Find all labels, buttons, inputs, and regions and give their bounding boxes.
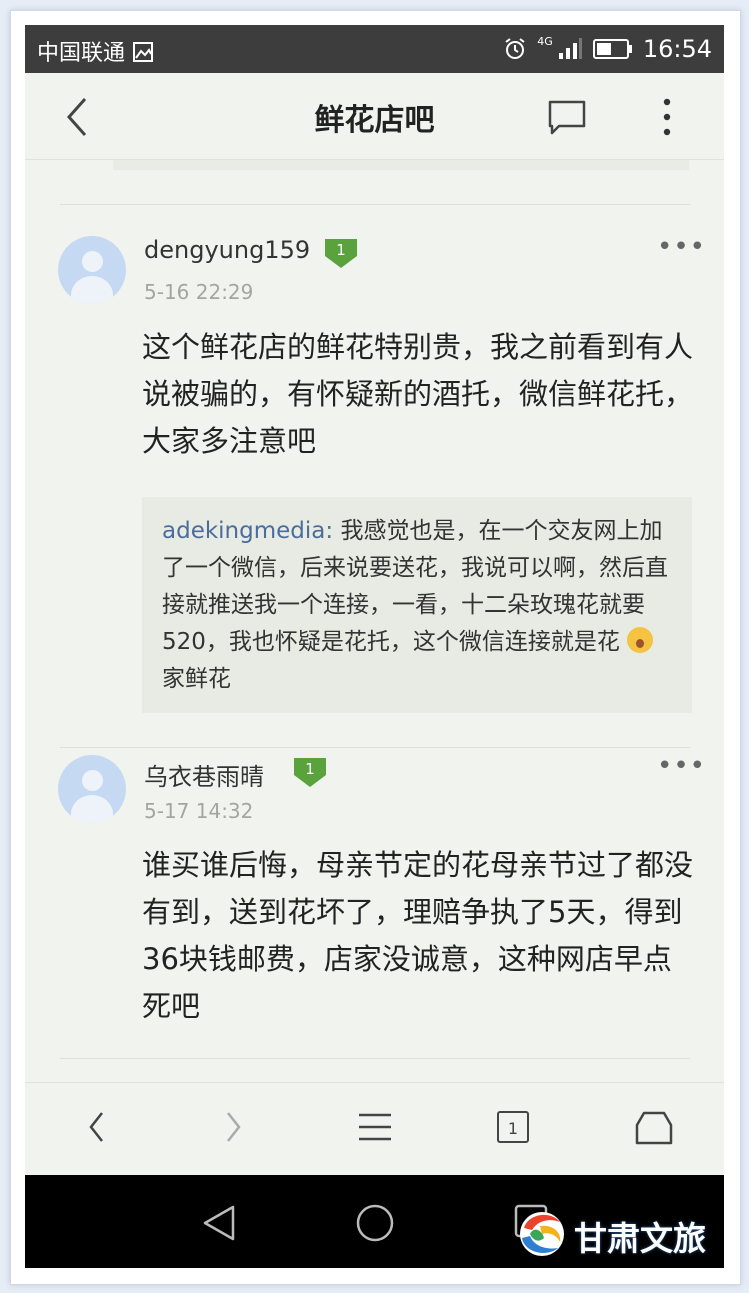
divider	[60, 204, 690, 205]
more-vertical-icon[interactable]	[659, 97, 675, 137]
reply-box: adekingmedia: 我感觉也是，在一个交友网上加了一个微信，后来说要送花…	[142, 497, 692, 713]
post-more-icon[interactable]: •••	[657, 232, 706, 262]
avatar[interactable]	[58, 755, 126, 823]
page-title: 鲜花店吧	[314, 103, 435, 138]
watermark-logo: 甘肃文旅	[516, 1208, 726, 1260]
level-badge-value: 1	[336, 241, 346, 259]
divider	[60, 747, 690, 748]
avatar[interactable]	[58, 236, 126, 304]
phone-screen: 中国联通 4G 16:54 鲜花店吧 dengyung159 1 5-16 22…	[25, 25, 724, 1268]
divider	[60, 1058, 690, 1059]
carrier-label: 中国联通	[37, 35, 154, 67]
surprised-emoji-icon	[627, 627, 654, 653]
thread-content: dengyung159 1 5-16 22:29 ••• 这个鲜花店的鲜花特别贵…	[25, 160, 724, 1082]
carrier-name: 中国联通	[37, 41, 126, 66]
nav-back-icon[interactable]	[201, 1203, 237, 1243]
reply-username[interactable]: adekingmedia:	[162, 518, 333, 544]
image-notification-icon	[133, 42, 154, 62]
reply-body-tail: 家鲜花	[162, 666, 231, 692]
app-header: 鲜花店吧	[25, 73, 724, 160]
browser-back-icon[interactable]	[87, 1109, 107, 1145]
status-bar: 中国联通 4G 16:54	[25, 25, 724, 73]
previous-reply-box	[113, 160, 689, 170]
post-date: 5-16 22:29	[144, 280, 254, 304]
menu-icon[interactable]	[358, 1109, 392, 1145]
username[interactable]: dengyung159	[144, 236, 310, 264]
signal-icon	[558, 38, 582, 59]
post-text: 这个鲜花店的鲜花特别贵，我之前看到有人说被骗的，有怀疑新的酒托，微信鲜花托，大家…	[142, 330, 694, 458]
post-date: 5-17 14:32	[144, 799, 254, 823]
post-more-icon[interactable]: •••	[657, 751, 706, 781]
network-type: 4G	[537, 34, 553, 48]
watermark-swirl-icon	[520, 1212, 564, 1256]
home-icon[interactable]	[635, 1109, 673, 1147]
browser-forward-icon[interactable]	[223, 1109, 243, 1145]
status-icons: 4G 16:54	[503, 33, 712, 65]
level-badge-value: 1	[305, 760, 315, 778]
post-text: 谁买谁后悔，母亲节定的花母亲节过了都没有到，送到花坏了，理赔争执了5天，得到36…	[142, 848, 694, 1023]
clock: 16:54	[642, 35, 712, 63]
username[interactable]: 乌衣巷雨晴	[144, 757, 264, 792]
level-badge-icon: 1	[294, 758, 326, 787]
tabs-button[interactable]: 1	[497, 1111, 529, 1143]
browser-toolbar: 1	[25, 1082, 724, 1176]
nav-home-icon[interactable]	[355, 1203, 395, 1243]
alarm-icon	[505, 38, 525, 59]
level-badge-icon: 1	[325, 239, 357, 268]
battery-icon	[592, 39, 632, 59]
chat-bubble-icon[interactable]	[547, 99, 587, 137]
reply-text: adekingmedia: 我感觉也是，在一个交友网上加了一个微信，后来说要送花…	[162, 513, 677, 698]
watermark-text: 甘肃文旅	[574, 1219, 706, 1258]
